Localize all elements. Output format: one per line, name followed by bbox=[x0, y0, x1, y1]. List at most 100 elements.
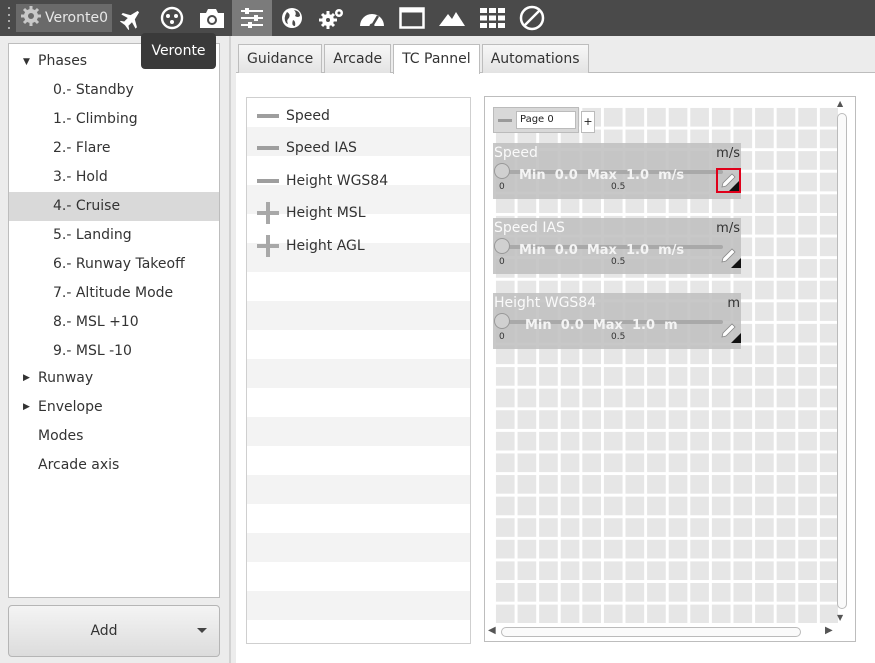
tick-label: 0.5 bbox=[611, 182, 626, 192]
tick-label: 0 bbox=[499, 332, 505, 342]
split-divider[interactable] bbox=[229, 36, 231, 663]
page-tab[interactable]: Page 0 bbox=[493, 107, 579, 133]
add-button[interactable]: Add bbox=[8, 605, 220, 657]
tree-item-phase-selected[interactable]: 4.- Cruise bbox=[9, 192, 219, 221]
plus-icon[interactable] bbox=[257, 202, 279, 224]
tab-arcade[interactable]: Arcade bbox=[324, 44, 392, 73]
variable-item-height-wgs84[interactable]: Height WGS84 bbox=[247, 165, 470, 197]
variable-item-speed[interactable]: Speed bbox=[247, 100, 470, 132]
scroll-down-icon[interactable]: ▼ bbox=[837, 613, 843, 622]
tree-item-label: 9.- MSL -10 bbox=[53, 343, 132, 359]
variable-item-height-msl[interactable]: Height MSL bbox=[247, 197, 470, 229]
variable-item-speed-ias[interactable]: Speed IAS bbox=[247, 132, 470, 164]
collapsed-arrow-icon[interactable]: ▶ bbox=[23, 364, 30, 393]
tab-automations[interactable]: Automations bbox=[481, 44, 589, 73]
tree-item-label: 1.- Climbing bbox=[53, 111, 138, 127]
slider-knob[interactable] bbox=[494, 238, 510, 254]
tree-item-label: Arcade axis bbox=[38, 457, 120, 473]
grid-icon[interactable] bbox=[472, 0, 512, 36]
tree-group-label: Runway bbox=[38, 370, 94, 386]
variable-label: Speed IAS bbox=[286, 140, 357, 156]
tooltip: Veronte bbox=[141, 33, 216, 69]
tree-item-phase[interactable]: 0.- Standby bbox=[9, 76, 219, 105]
vertical-scrollbar[interactable]: ▲ ▼ bbox=[835, 97, 849, 627]
tab-bar: Guidance Arcade TC Pannel Automations bbox=[238, 44, 591, 74]
minus-icon[interactable] bbox=[498, 119, 512, 122]
tree-group-label: Phases bbox=[38, 53, 88, 69]
widget-range-stats: Min 0.0 Max 1.0 m/s bbox=[519, 243, 685, 258]
scroll-right-icon[interactable]: ▶ bbox=[825, 625, 833, 636]
scrollbar-thumb[interactable] bbox=[501, 627, 801, 637]
tree-item-phase[interactable]: 3.- Hold bbox=[9, 163, 219, 192]
scroll-up-icon[interactable]: ▲ bbox=[837, 99, 843, 108]
tree-item-phase[interactable]: 9.- MSL -10 bbox=[9, 337, 219, 366]
globe-icon[interactable] bbox=[272, 0, 312, 36]
app-name: Veronte0 bbox=[45, 10, 108, 26]
tree-item-label: 2.- Flare bbox=[53, 140, 111, 156]
variable-list: Speed Speed IAS Height WGS84 Height MSL … bbox=[246, 97, 471, 644]
edit-widget-button[interactable] bbox=[716, 318, 741, 343]
edit-widget-button[interactable] bbox=[716, 168, 741, 193]
minus-icon[interactable] bbox=[257, 173, 279, 189]
tree-item-phase[interactable]: 5.- Landing bbox=[9, 221, 219, 250]
gauge-icon[interactable] bbox=[352, 0, 392, 36]
plus-icon[interactable] bbox=[257, 235, 279, 257]
gears-icon[interactable] bbox=[312, 0, 352, 36]
slider-knob[interactable] bbox=[494, 163, 510, 179]
slider-knob[interactable] bbox=[494, 313, 510, 329]
widget-unit: m bbox=[727, 296, 740, 311]
tab-guidance[interactable]: Guidance bbox=[238, 44, 323, 73]
tree-item-phase[interactable]: 1.- Climbing bbox=[9, 105, 219, 134]
toolbar-grip-handle[interactable] bbox=[4, 5, 14, 31]
slider-widget-speed-ias[interactable]: Speed IAS m/s Min 0.0 Max 1.0 m/s 0 0.5 bbox=[493, 218, 741, 274]
tree-item-phase[interactable]: 7.- Altitude Mode bbox=[9, 279, 219, 308]
tree-group-label: Envelope bbox=[38, 399, 103, 415]
minus-icon[interactable] bbox=[257, 108, 279, 124]
variable-item-height-agl[interactable]: Height AGL bbox=[247, 230, 470, 262]
add-button-label: Add bbox=[90, 623, 118, 639]
tree-item-label: 3.- Hold bbox=[53, 169, 108, 185]
page-tabs: Page 0 + bbox=[493, 105, 595, 135]
edit-widget-button[interactable] bbox=[716, 243, 741, 268]
variable-label: Height AGL bbox=[286, 238, 365, 254]
joystick-icon[interactable] bbox=[152, 0, 192, 36]
chevron-down-icon[interactable] bbox=[197, 628, 207, 633]
tick-label: 0 bbox=[499, 182, 505, 192]
page-name-field[interactable]: Page 0 bbox=[516, 111, 576, 129]
tree-item-label: 8.- MSL +10 bbox=[53, 314, 139, 330]
tree-item-modes[interactable]: Modes bbox=[9, 422, 219, 451]
tree-item-label: 4.- Cruise bbox=[53, 198, 121, 214]
tree-item-phase[interactable]: 8.- MSL +10 bbox=[9, 308, 219, 337]
app-selector[interactable]: Veronte0 bbox=[16, 4, 112, 32]
widget-unit: m/s bbox=[716, 146, 740, 161]
minus-icon[interactable] bbox=[257, 140, 279, 156]
scroll-left-icon[interactable]: ◀ bbox=[488, 625, 496, 636]
slider-widget-height-wgs84[interactable]: Height WGS84 m Min 0.0 Max 1.0 m 0 0.5 bbox=[493, 293, 741, 349]
widget-range-stats: Min 0.0 Max 1.0 m bbox=[525, 318, 678, 333]
camera-icon[interactable] bbox=[192, 0, 232, 36]
tree-item-label: 5.- Landing bbox=[53, 227, 132, 243]
tree-group-runway[interactable]: ▶ Runway bbox=[9, 364, 219, 393]
gear-icon bbox=[20, 5, 42, 31]
scrollbar-thumb[interactable] bbox=[837, 113, 847, 609]
add-page-button[interactable]: + bbox=[581, 111, 595, 133]
window-icon[interactable] bbox=[392, 0, 432, 36]
tree-item-arcade-axis[interactable]: Arcade axis bbox=[9, 451, 219, 480]
tab-tc-pannel[interactable]: TC Pannel bbox=[393, 44, 480, 74]
widget-range-stats: Min 0.0 Max 1.0 m/s bbox=[519, 168, 685, 183]
tree-group-envelope[interactable]: ▶ Envelope bbox=[9, 393, 219, 422]
tree-item-phase[interactable]: 2.- Flare bbox=[9, 134, 219, 163]
tree-item-phase[interactable]: 6.- Runway Takeoff bbox=[9, 250, 219, 279]
horizontal-scrollbar[interactable]: ◀ ▶ bbox=[485, 625, 837, 639]
airplane-icon[interactable] bbox=[112, 0, 152, 36]
slider-widget-speed[interactable]: Speed m/s Min 0.0 Max 1.0 m/s 0 0.5 bbox=[493, 143, 741, 199]
expanded-arrow-icon[interactable]: ▼ bbox=[23, 48, 30, 77]
collapsed-arrow-icon[interactable]: ▶ bbox=[23, 393, 30, 422]
disabled-icon[interactable] bbox=[512, 0, 552, 36]
tick-label: 0 bbox=[499, 257, 505, 267]
widget-title: Height WGS84 bbox=[494, 295, 597, 311]
mountain-icon[interactable] bbox=[432, 0, 472, 36]
widget-title: Speed bbox=[494, 145, 538, 161]
variable-label: Height MSL bbox=[286, 205, 366, 221]
sliders-icon[interactable] bbox=[232, 0, 272, 36]
